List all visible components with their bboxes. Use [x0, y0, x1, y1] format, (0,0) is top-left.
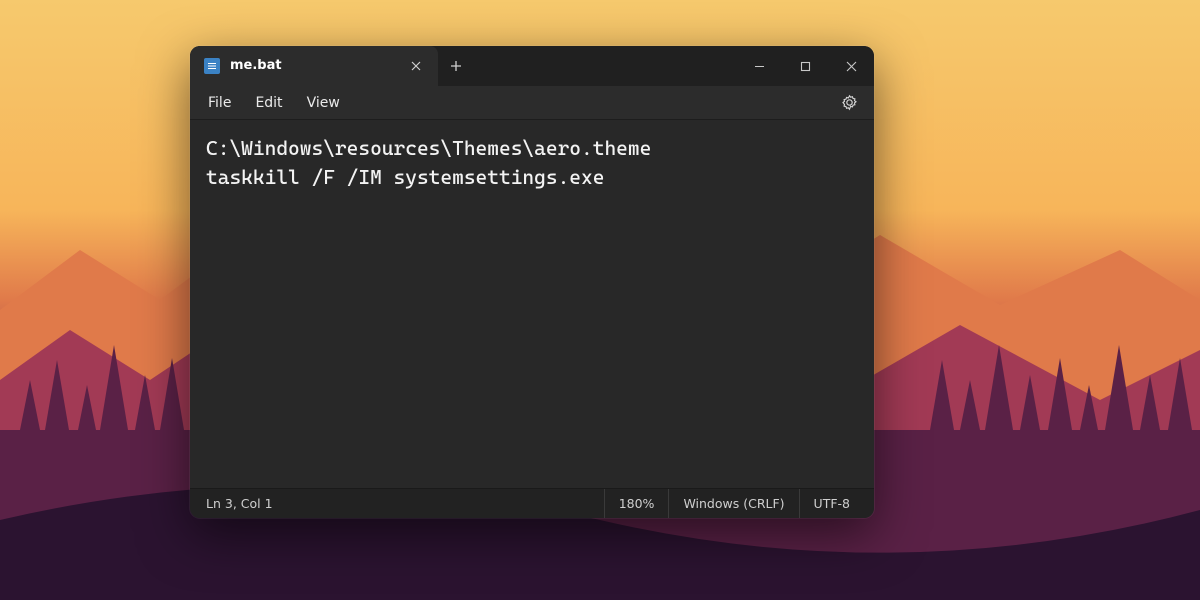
menubar: File Edit View: [190, 86, 874, 120]
menu-file[interactable]: File: [196, 91, 243, 115]
gear-icon: [841, 94, 858, 111]
plus-icon: [450, 60, 462, 72]
tab-active[interactable]: me.bat: [190, 46, 438, 86]
menu-view[interactable]: View: [295, 91, 352, 115]
titlebar-drag-region[interactable]: [474, 46, 736, 86]
editor-textarea[interactable]: C:\Windows\resources\Themes\aero.theme t…: [190, 120, 874, 488]
tab-title: me.bat: [230, 58, 396, 73]
close-icon: [846, 61, 857, 72]
notepad-window: me.bat File: [190, 46, 874, 518]
desktop-wallpaper: me.bat File: [0, 0, 1200, 600]
minimize-button[interactable]: [736, 46, 782, 86]
status-position[interactable]: Ln 3, Col 1: [200, 489, 287, 518]
status-zoom[interactable]: 180%: [604, 489, 669, 518]
new-tab-button[interactable]: [438, 46, 474, 86]
document-icon: [204, 58, 220, 74]
menu-edit[interactable]: Edit: [243, 91, 294, 115]
status-encoding[interactable]: UTF-8: [799, 489, 864, 518]
maximize-icon: [800, 61, 811, 72]
window-controls: [736, 46, 874, 86]
close-icon: [411, 61, 421, 71]
window-close-button[interactable]: [828, 46, 874, 86]
settings-button[interactable]: [834, 88, 864, 118]
minimize-icon: [754, 61, 765, 72]
tab-close-button[interactable]: [406, 56, 426, 76]
maximize-button[interactable]: [782, 46, 828, 86]
titlebar[interactable]: me.bat: [190, 46, 874, 86]
status-line-ending[interactable]: Windows (CRLF): [668, 489, 798, 518]
status-bar: Ln 3, Col 1 180% Windows (CRLF) UTF-8: [190, 488, 874, 518]
